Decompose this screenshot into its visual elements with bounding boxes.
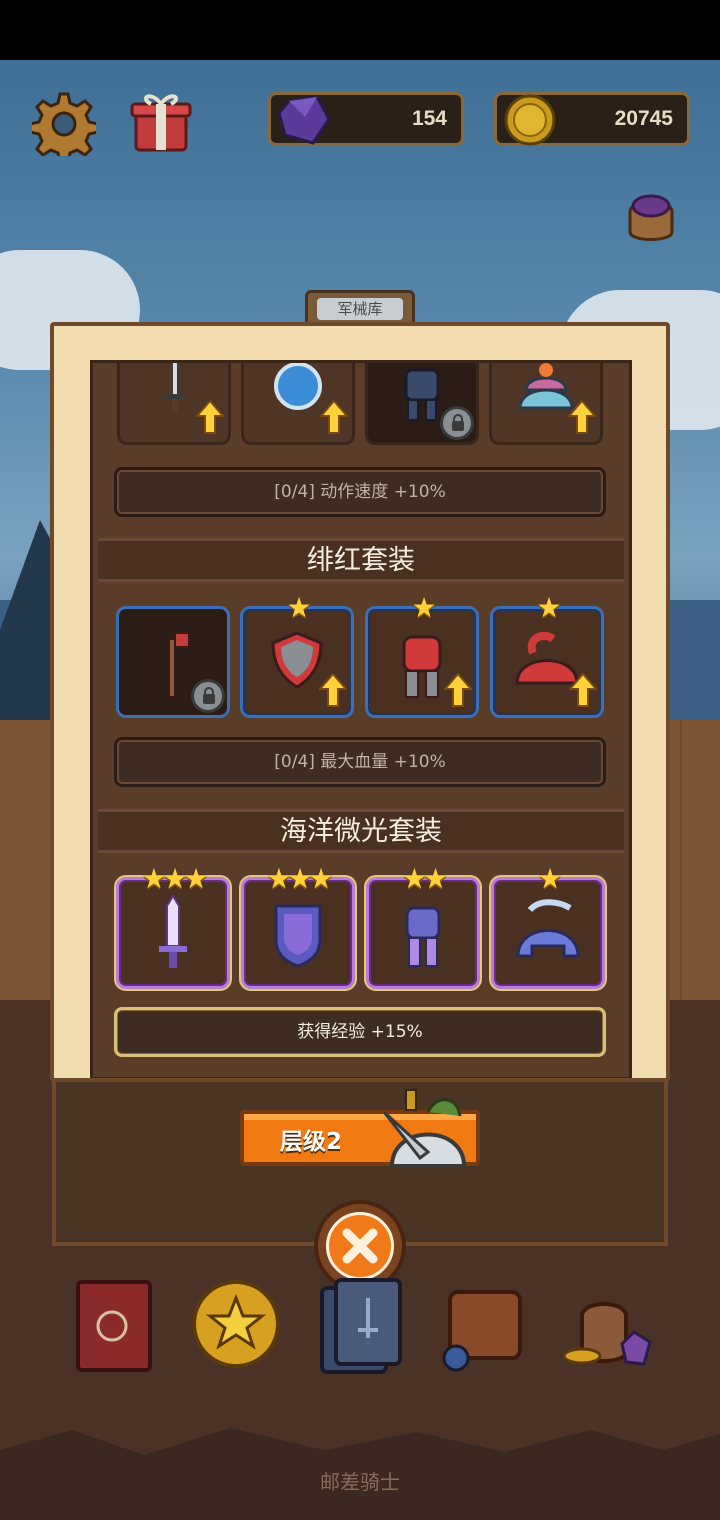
- footer-title: 邮差骑士: [320, 1470, 400, 1494]
- helmet-icon: [516, 899, 580, 958]
- set-bonus-bar: [0/4] 动作速度 +10%: [114, 467, 606, 517]
- coin-counter: 20745: [494, 92, 690, 146]
- star-rating: ★★: [401, 862, 448, 895]
- equipment-slot[interactable]: ★: [491, 864, 605, 989]
- set-title: 海洋微光套装: [98, 809, 624, 853]
- sword-icon: [159, 894, 187, 968]
- lock-icon: [440, 406, 474, 440]
- equipment-slot[interactable]: ★★★: [116, 864, 230, 989]
- star-rating: ★★★: [141, 862, 208, 895]
- gear-icon[interactable]: [28, 92, 100, 164]
- book-icon[interactable]: [68, 1272, 168, 1376]
- star-rating: ★: [411, 591, 436, 624]
- upgrade-arrow-icon: [196, 400, 224, 434]
- equipment-slot[interactable]: ★: [240, 593, 354, 718]
- close-icon: [326, 1212, 394, 1280]
- star-rating: ★: [286, 591, 311, 624]
- gem-counter: 154: [268, 92, 464, 146]
- panel-tab: 军械库: [305, 290, 415, 326]
- level-label: 层级2: [280, 1129, 343, 1155]
- helmet-icon: [378, 1082, 474, 1182]
- gem-count: 154: [411, 107, 447, 130]
- armor-icon: [405, 906, 441, 967]
- coin-icon: [501, 91, 559, 149]
- equipment-slot[interactable]: ★★: [366, 864, 480, 989]
- gem-icon: [275, 91, 333, 149]
- set-title: 绯红套装: [98, 538, 624, 582]
- upgrade-arrow-icon: [320, 400, 348, 434]
- upgrade-arrow-icon: [319, 673, 347, 707]
- card-icon[interactable]: [314, 1272, 414, 1376]
- shield-icon: [274, 904, 322, 968]
- upgrade-arrow-icon: [569, 673, 597, 707]
- backpack-icon[interactable]: [436, 1272, 536, 1376]
- equipment-slot[interactable]: [489, 363, 603, 445]
- gift-icon[interactable]: [128, 88, 194, 154]
- equipment-slot[interactable]: ★★★: [241, 864, 355, 989]
- upgrade-arrow-icon: [444, 673, 472, 707]
- upgrade-arrow-icon: [568, 400, 596, 434]
- star-rating: ★★★: [266, 862, 333, 895]
- equipment-slot[interactable]: ★: [365, 593, 479, 718]
- equipment-slot-locked[interactable]: [365, 363, 479, 445]
- equipment-slot[interactable]: [241, 363, 355, 445]
- star-rating: ★: [537, 862, 562, 895]
- lock-icon: [191, 679, 225, 713]
- bag-icon[interactable]: [618, 182, 684, 248]
- star-rating: ★: [536, 591, 561, 624]
- status-bar: [0, 0, 720, 60]
- coin-count: 20745: [614, 107, 673, 130]
- set-bonus-bar-active: 获得经验 +15%: [114, 1007, 606, 1057]
- set-bonus-bar: [0/4] 最大血量 +10%: [114, 737, 606, 787]
- equipment-slot-locked[interactable]: [116, 606, 230, 718]
- star-coin-icon[interactable]: [188, 1272, 288, 1376]
- panel-tab-label: 军械库: [317, 298, 403, 320]
- equipment-slot[interactable]: ★: [490, 593, 604, 718]
- equipment-slot[interactable]: [117, 363, 231, 445]
- treasure-icon[interactable]: [560, 1272, 660, 1376]
